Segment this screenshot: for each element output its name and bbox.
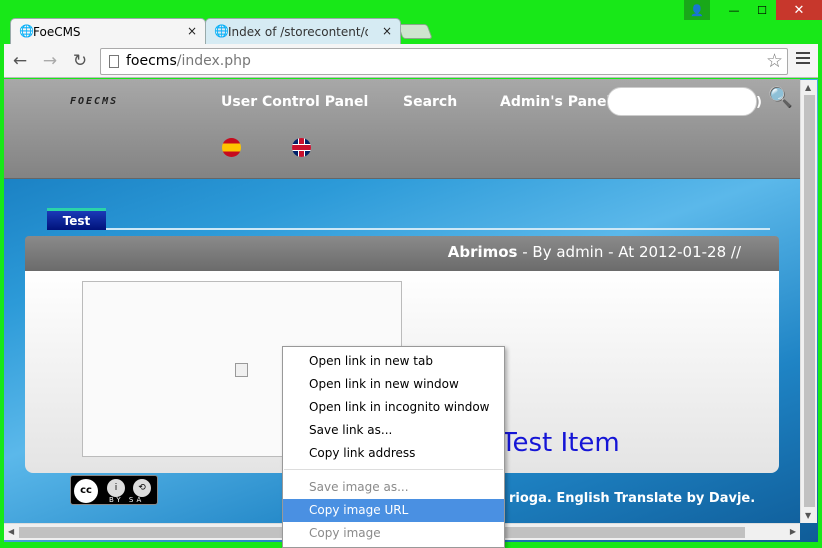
site-header: FOECMS User Control Panel Search Admin's…: [4, 79, 800, 179]
site-search-input[interactable]: [607, 87, 757, 116]
maximize-button[interactable]: ☐: [748, 0, 776, 20]
scroll-right-icon[interactable]: ▶: [790, 527, 796, 536]
post-header: Abrimos - By admin - At 2012-01-28 //: [25, 236, 779, 271]
menu-save-image-as: Save image as...: [309, 480, 409, 494]
browser-toolbar: ← → ↻ foecms/index.php ☆: [4, 44, 818, 78]
tab-title: Index of /storecontent/dow: [228, 24, 368, 39]
by-icon: i: [107, 479, 125, 497]
broken-image-icon[interactable]: [235, 363, 248, 377]
magnifier-icon[interactable]: 🔍: [768, 85, 793, 109]
tab-strip: 🌐 Index of /storecontent/dow × 🌐 FoeCMS …: [0, 18, 822, 44]
scroll-left-icon[interactable]: ◀: [8, 527, 14, 536]
menu-open-link-new-window[interactable]: Open link in new window: [283, 373, 504, 396]
uk-flag-icon[interactable]: [292, 138, 311, 157]
reload-button[interactable]: ↻: [70, 51, 90, 71]
menu-copy-image: Copy image: [309, 526, 381, 540]
vertical-scroll-thumb[interactable]: [804, 95, 815, 507]
cc-icon: cc: [74, 479, 98, 503]
close-tab-icon[interactable]: ×: [187, 24, 197, 38]
tab-underline: [106, 228, 770, 230]
menu-copy-link-address[interactable]: Copy link address: [283, 442, 504, 465]
close-window-button[interactable]: ✕: [776, 0, 822, 20]
menu-copy-image-url[interactable]: Copy image URL: [283, 499, 504, 522]
url-text[interactable]: foecms/index.php: [126, 53, 251, 69]
menu-open-link-new-tab[interactable]: Open link in new tab: [283, 350, 504, 373]
globe-icon: 🌐: [214, 24, 229, 38]
window-controls: 👤 — ☐ ✕: [684, 0, 822, 20]
minimize-button[interactable]: —: [720, 0, 748, 20]
search-paren: ): [756, 95, 762, 110]
menu-separator: [284, 469, 503, 470]
nav-user-control-panel[interactable]: User Control Panel: [221, 94, 368, 110]
cc-label: BY SA: [109, 496, 145, 504]
user-profile-icon[interactable]: 👤: [684, 0, 710, 20]
es-flag-icon[interactable]: [222, 138, 241, 157]
menu-save-link-as[interactable]: Save link as...: [283, 419, 504, 442]
forward-button[interactable]: →: [40, 51, 60, 71]
tab-index-of-storecontent[interactable]: 🌐 Index of /storecontent/dow ×: [205, 18, 401, 44]
globe-icon: 🌐: [19, 24, 34, 38]
bookmark-star-icon[interactable]: ☆: [766, 50, 783, 72]
close-tab-icon[interactable]: ×: [382, 24, 392, 38]
post-title: Abrimos - By admin - At 2012-01-28 //: [447, 243, 741, 261]
tab-title: FoeCMS: [33, 24, 81, 39]
menu-open-link-incognito[interactable]: Open link in incognito window: [283, 396, 504, 419]
scroll-down-icon[interactable]: ▼: [805, 511, 811, 520]
scroll-up-icon[interactable]: ▲: [805, 83, 811, 92]
tab-foecms[interactable]: 🌐 FoeCMS ×: [10, 18, 206, 44]
site-logo[interactable]: FOECMS: [70, 96, 118, 107]
page-icon: [109, 55, 119, 68]
nav-admins-panel[interactable]: Admin's Panel: [500, 94, 611, 110]
back-button[interactable]: ←: [10, 51, 30, 71]
sa-icon: ⟲: [133, 479, 151, 497]
item-title-link[interactable]: Test Item: [501, 428, 620, 458]
address-bar[interactable]: foecms/index.php ☆: [100, 48, 788, 75]
section-tab-test[interactable]: Test: [47, 208, 106, 230]
nav-search[interactable]: Search: [403, 94, 457, 110]
context-menu: Open link in new tab Open link in new wi…: [282, 346, 505, 548]
footer-credits: rioga. English Translate by Davje.: [509, 491, 756, 506]
cc-license-badge[interactable]: cc i ⟲ BY SA: [70, 475, 158, 505]
new-tab-button[interactable]: [397, 24, 433, 39]
menu-icon[interactable]: [796, 52, 810, 66]
vertical-scrollbar[interactable]: ▲ ▼: [800, 80, 817, 523]
